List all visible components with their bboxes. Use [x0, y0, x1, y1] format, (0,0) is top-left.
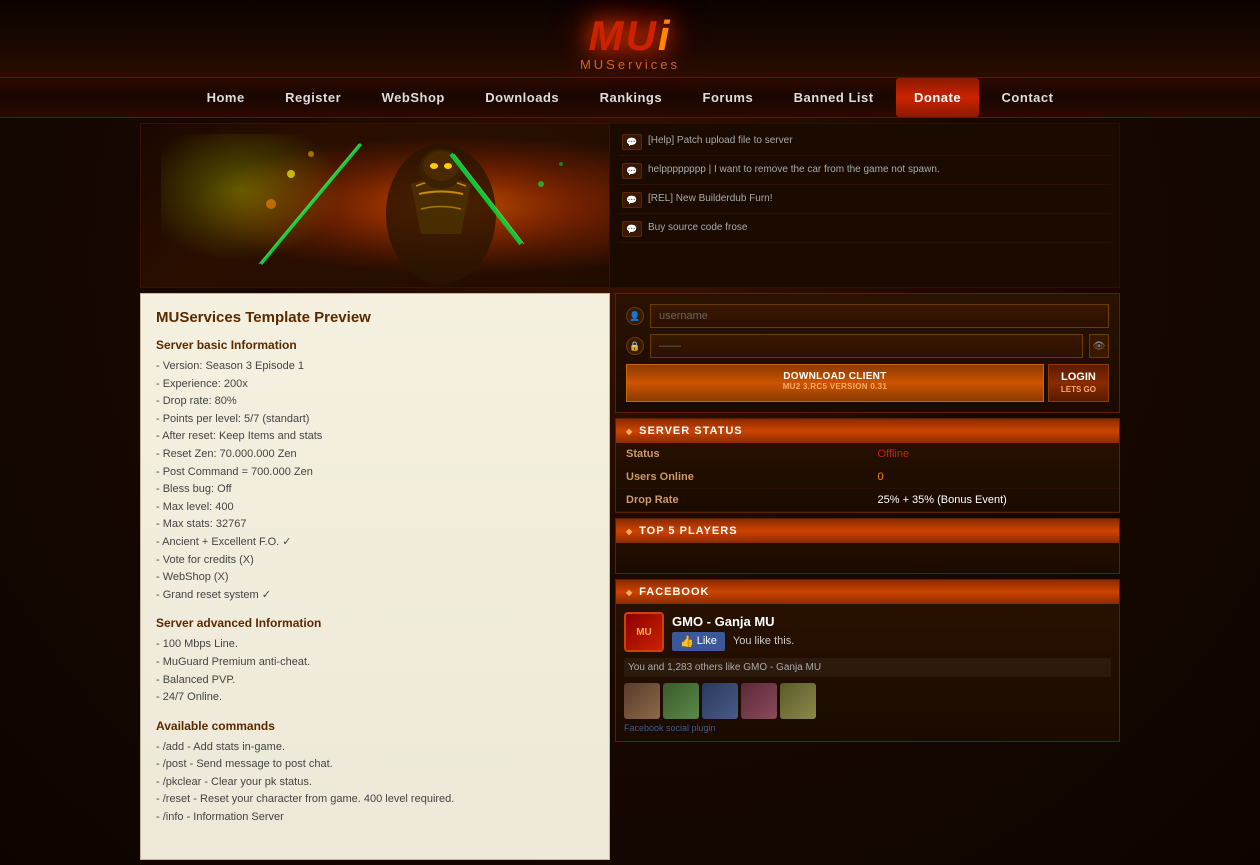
main-title: MUServices Template Preview: [156, 309, 594, 326]
fb-description: You and 1,283 others like GMO - Ganja MU: [624, 658, 1111, 677]
header: MUi MUServices: [0, 0, 1260, 77]
logo-text: MUi: [0, 15, 1260, 57]
password-input[interactable]: [650, 334, 1083, 358]
commands-section: Available commands - /add - Add stats in…: [156, 719, 594, 827]
logo-i: i: [658, 12, 672, 59]
chat-item: 💬 Buy source code frose: [618, 216, 1111, 243]
nav-home[interactable]: Home: [189, 78, 263, 117]
fb-page-name: GMO - Ganja MU: [672, 614, 1111, 629]
chat-icon: 💬: [622, 221, 642, 237]
fb-thumb: [741, 683, 777, 719]
chat-text: [REL] New Builderdub Furn!: [648, 192, 773, 205]
outer-wrapper: 💬 [Help] Patch upload file to server 💬 h…: [140, 118, 1120, 865]
logo-subtitle: MUServices: [0, 57, 1260, 72]
top5-content: [616, 543, 1119, 573]
status-table: Status Offline Users Online 0 Drop Rate …: [616, 443, 1119, 512]
login-sub: LETS GO: [1061, 385, 1096, 394]
login-button[interactable]: LOGIN LETS GO: [1048, 364, 1109, 402]
chat-text: helpppppppp | I want to remove the car f…: [648, 163, 940, 176]
fb-page-info: GMO - Ganja MU 👍 Like You like this.: [672, 614, 1111, 651]
navbar: Home Register WebShop Downloads Rankings…: [0, 77, 1260, 118]
users-online-label: Users Online: [616, 466, 868, 489]
download-sub: MU2 3.RC5 VERSION 0.31: [631, 382, 1039, 391]
chat-text: [Help] Patch upload file to server: [648, 134, 793, 147]
like-label: Like: [697, 635, 717, 647]
nav-donate[interactable]: Donate: [896, 78, 979, 117]
chat-icon: 💬: [622, 134, 642, 150]
fb-avatar-text: MU: [636, 627, 652, 638]
banner-svg: [141, 124, 610, 288]
server-basic-title: Server basic Information: [156, 338, 594, 352]
fb-avatar: MU: [624, 612, 664, 652]
nav-webshop[interactable]: WebShop: [364, 78, 463, 117]
chat-item: 💬 [Help] Patch upload file to server: [618, 129, 1111, 156]
server-status-header: SERVER STATUS: [616, 419, 1119, 443]
login-box: 👤 🔒 👁 DOWNLOAD CLIENT MU2 3.RC5 VERSION …: [615, 293, 1120, 413]
username-input[interactable]: [650, 304, 1109, 328]
user-icon: 👤: [626, 307, 644, 325]
fb-thumb: [702, 683, 738, 719]
show-password-button[interactable]: 👁: [1089, 334, 1109, 358]
login-buttons: DOWNLOAD CLIENT MU2 3.RC5 VERSION 0.31 L…: [626, 364, 1109, 402]
fb-like-button[interactable]: 👍 Like: [672, 632, 725, 651]
server-status-box: SERVER STATUS Status Offline Users Onlin…: [615, 418, 1120, 513]
facebook-header: FACEBOOK: [616, 580, 1119, 604]
download-client-button[interactable]: DOWNLOAD CLIENT MU2 3.RC5 VERSION 0.31: [626, 364, 1044, 402]
content-area: MUServices Template Preview Server basic…: [140, 293, 1120, 860]
nav-register[interactable]: Register: [267, 78, 359, 117]
server-advanced-section: Server advanced Information - 100 Mbps L…: [156, 616, 594, 706]
server-advanced-info: - 100 Mbps Line. - MuGuard Premium anti-…: [156, 636, 594, 706]
fb-like-text: You like this.: [733, 635, 794, 647]
logo: MUi MUServices: [0, 15, 1260, 72]
sidebar: 👤 🔒 👁 DOWNLOAD CLIENT MU2 3.RC5 VERSION …: [615, 293, 1120, 860]
fb-thumb: [780, 683, 816, 719]
server-basic-section: Server basic Information - Version: Seas…: [156, 338, 594, 604]
chat-text: Buy source code frose: [648, 221, 748, 234]
nav-forums[interactable]: Forums: [685, 78, 772, 117]
main-content: MUServices Template Preview Server basic…: [140, 293, 610, 860]
commands-info: - /add - Add stats in-game. - /post - Se…: [156, 739, 594, 827]
server-advanced-title: Server advanced Information: [156, 616, 594, 630]
users-online-value: 0: [868, 466, 1120, 489]
fb-like-row: 👍 Like You like this.: [672, 632, 1111, 651]
fb-plugin-link[interactable]: Facebook social plugin: [624, 723, 1111, 733]
fb-thumbnails: [624, 683, 1111, 719]
username-row: 👤: [626, 304, 1109, 328]
lock-icon: 🔒: [626, 337, 644, 355]
fb-thumb: [663, 683, 699, 719]
commands-title: Available commands: [156, 719, 594, 733]
users-online-row: Users Online 0: [616, 466, 1119, 489]
facebook-content: MU GMO - Ganja MU 👍 Like You like this.: [616, 604, 1119, 741]
fb-thumb: [624, 683, 660, 719]
drop-rate-label: Drop Rate: [616, 489, 868, 512]
chat-icon: 💬: [622, 163, 642, 179]
nav-banned-list[interactable]: Banned List: [776, 78, 892, 117]
thumbs-up-icon: 👍: [680, 635, 694, 648]
top5-box: TOP 5 PLAYERS: [615, 518, 1120, 574]
password-row: 🔒 👁: [626, 334, 1109, 358]
nav-rankings[interactable]: Rankings: [582, 78, 681, 117]
drop-rate-row: Drop Rate 25% + 35% (Bonus Event): [616, 489, 1119, 512]
logo-mu: MU: [589, 12, 658, 59]
chat-icon: 💬: [622, 192, 642, 208]
server-basic-info: - Version: Season 3 Episode 1 - Experien…: [156, 358, 594, 604]
status-value: Offline: [868, 443, 1120, 466]
top5-header: TOP 5 PLAYERS: [616, 519, 1119, 543]
chat-item: 💬 [REL] New Builderdub Furn!: [618, 187, 1111, 214]
status-row: Status Offline: [616, 443, 1119, 466]
status-label: Status: [616, 443, 868, 466]
drop-rate-value: 25% + 35% (Bonus Event): [868, 489, 1120, 512]
banner-image: [140, 123, 610, 288]
nav-downloads[interactable]: Downloads: [467, 78, 577, 117]
chat-item: 💬 helpppppppp | I want to remove the car…: [618, 158, 1111, 185]
facebook-box: FACEBOOK MU GMO - Ganja MU 👍 Like: [615, 579, 1120, 742]
banner: 💬 [Help] Patch upload file to server 💬 h…: [140, 123, 1120, 288]
login-label: LOGIN: [1061, 371, 1096, 383]
fb-profile-row: MU GMO - Ganja MU 👍 Like You like this.: [624, 612, 1111, 652]
download-label: DOWNLOAD CLIENT: [783, 371, 886, 382]
banner-chat: 💬 [Help] Patch upload file to server 💬 h…: [610, 123, 1120, 288]
nav-contact[interactable]: Contact: [984, 78, 1072, 117]
